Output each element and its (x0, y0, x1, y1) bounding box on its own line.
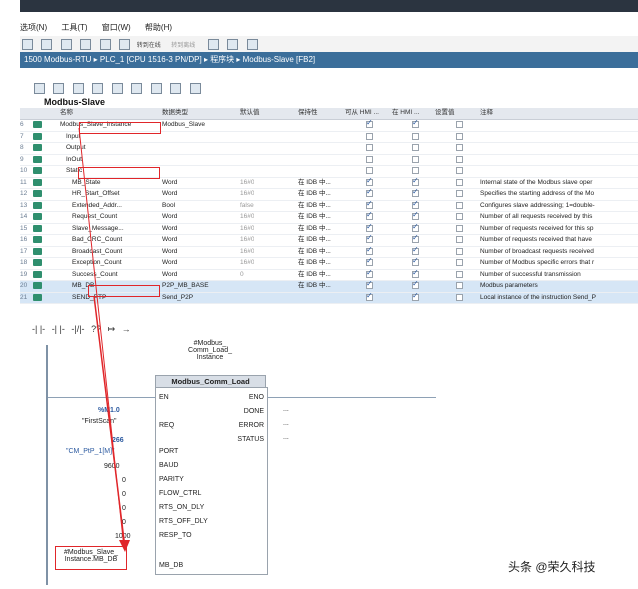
watermark: 头条 @荣久科技 (508, 560, 596, 574)
arrow-line-2 (78, 127, 125, 549)
annotation-arrow (78, 127, 130, 552)
arrow-head (119, 540, 130, 552)
